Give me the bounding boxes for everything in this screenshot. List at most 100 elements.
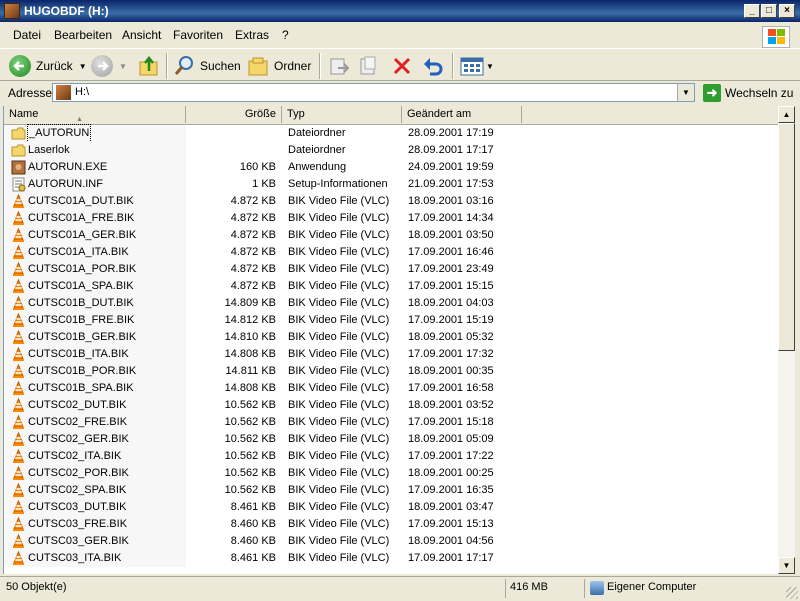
table-row[interactable]: CUTSC02_FRE.BIK 10.562 KB BIK Video File (… bbox=[4, 414, 779, 431]
table-row[interactable]: AUTORUN.INF 1 KB Setup-Informationen 21.09.… bbox=[4, 176, 779, 193]
menu-favoriten[interactable]: Favoriten bbox=[173, 28, 223, 42]
close-button[interactable]: × bbox=[779, 4, 795, 18]
table-row[interactable]: CUTSC03_GER.BIK 8.460 KB BIK Video File (V… bbox=[4, 533, 779, 550]
file-date: 28.09.2001 17:17 bbox=[408, 144, 494, 156]
file-type: BIK Video File (VLC) bbox=[288, 399, 390, 411]
column-name[interactable]: Name ▲ bbox=[4, 106, 186, 123]
status-object-count: 50 Objekt(e) bbox=[6, 581, 67, 593]
table-row[interactable]: CUTSC01A_FRE.BIK 4.872 KB BIK Video File (… bbox=[4, 210, 779, 227]
table-row[interactable]: CUTSC01A_DUT.BIK 4.872 KB BIK Video File (… bbox=[4, 193, 779, 210]
table-row[interactable]: Laserlok Dateiordner 28.09.2001 17:17 bbox=[4, 142, 779, 159]
file-date: 21.09.2001 17:53 bbox=[408, 178, 494, 190]
file-date: 17.09.2001 15:18 bbox=[408, 416, 494, 428]
table-row[interactable]: CUTSC02_ITA.BIK 10.562 KB BIK Video File (… bbox=[4, 448, 779, 465]
back-button[interactable]: Zurück ▼ bbox=[9, 55, 87, 77]
table-row[interactable]: CUTSC01B_DUT.BIK 14.809 KB BIK Video File … bbox=[4, 295, 779, 312]
table-row[interactable]: CUTSC03_DUT.BIK 8.461 KB BIK Video File (V… bbox=[4, 499, 779, 516]
file-date: 17.09.2001 17:17 bbox=[408, 552, 494, 564]
move-to-button[interactable] bbox=[328, 55, 350, 77]
address-input[interactable]: H:\ ▼ bbox=[52, 83, 695, 102]
copy-to-button[interactable] bbox=[358, 55, 380, 77]
back-dropdown-icon[interactable]: ▼ bbox=[79, 62, 87, 71]
file-date: 17.09.2001 15:13 bbox=[408, 518, 494, 530]
file-name: CUTSC02_POR.BIK bbox=[28, 467, 129, 479]
file-name: CUTSC01B_GER.BIK bbox=[28, 331, 137, 343]
toolbar: Zurück ▼ ▼ Suchen Ordner ▼ bbox=[0, 48, 800, 81]
file-date: 18.09.2001 05:32 bbox=[408, 331, 494, 343]
folders-button[interactable]: Ordner bbox=[247, 55, 311, 77]
views-dropdown-icon[interactable]: ▼ bbox=[486, 62, 494, 71]
file-size: 160 KB bbox=[239, 161, 276, 173]
table-row[interactable]: CUTSC01B_SPA.BIK 14.808 KB BIK Video File … bbox=[4, 380, 779, 397]
file-name: Laserlok bbox=[28, 144, 70, 156]
file-type: Anwendung bbox=[288, 161, 347, 173]
file-list[interactable]: Name ▲ Größe Typ Geändert am _AUTORUN Date… bbox=[3, 106, 779, 574]
file-type: BIK Video File (VLC) bbox=[288, 501, 390, 513]
file-name: CUTSC01B_DUT.BIK bbox=[28, 297, 134, 309]
file-size: 14.811 KB bbox=[225, 365, 276, 377]
table-row[interactable]: _AUTORUN Dateiordner 28.09.2001 17:19 bbox=[4, 124, 779, 143]
title-bar[interactable]: HUGOBDF (H:) _ □ × bbox=[0, 0, 800, 22]
up-folder-button[interactable] bbox=[138, 55, 160, 77]
views-button[interactable]: ▼ bbox=[460, 55, 494, 77]
vlc-cone-icon bbox=[11, 516, 26, 532]
table-row[interactable]: CUTSC02_POR.BIK 10.562 KB BIK Video File (… bbox=[4, 465, 779, 482]
menu-bearbeiten[interactable]: Bearbeiten bbox=[54, 28, 112, 42]
file-type: BIK Video File (VLC) bbox=[288, 280, 390, 292]
search-button[interactable]: Suchen bbox=[173, 55, 241, 77]
table-row[interactable]: CUTSC01B_ITA.BIK 14.808 KB BIK Video File … bbox=[4, 346, 779, 363]
delete-button[interactable] bbox=[391, 55, 413, 77]
menu-help[interactable]: ? bbox=[282, 28, 289, 42]
vlc-cone-icon bbox=[11, 329, 26, 345]
table-row[interactable]: CUTSC02_GER.BIK 10.562 KB BIK Video File (… bbox=[4, 431, 779, 448]
table-row[interactable]: CUTSC01A_SPA.BIK 4.872 KB BIK Video File (… bbox=[4, 278, 779, 295]
file-name: CUTSC02_ITA.BIK bbox=[28, 450, 122, 462]
file-size: 10.562 KB bbox=[224, 484, 276, 496]
undo-button[interactable] bbox=[421, 55, 445, 77]
file-name: AUTORUN.INF bbox=[28, 178, 103, 190]
scroll-down-button[interactable]: ▼ bbox=[778, 557, 795, 574]
vertical-scrollbar[interactable]: ▲ ▼ bbox=[778, 106, 795, 574]
table-row[interactable]: CUTSC01A_POR.BIK 4.872 KB BIK Video File (… bbox=[4, 261, 779, 278]
maximize-button[interactable]: □ bbox=[761, 4, 777, 18]
table-row[interactable]: CUTSC01B_POR.BIK 14.811 KB BIK Video File … bbox=[4, 363, 779, 380]
table-row[interactable]: CUTSC01B_FRE.BIK 14.812 KB BIK Video File … bbox=[4, 312, 779, 329]
menu-datei[interactable]: Datei bbox=[13, 28, 41, 42]
scroll-up-button[interactable]: ▲ bbox=[778, 106, 795, 123]
address-dropdown-icon[interactable]: ▼ bbox=[677, 84, 694, 101]
file-type: BIK Video File (VLC) bbox=[288, 212, 390, 224]
window-title: HUGOBDF (H:) bbox=[24, 4, 109, 18]
folder-icon bbox=[11, 143, 26, 158]
file-name: CUTSC01A_DUT.BIK bbox=[28, 195, 134, 207]
scroll-thumb[interactable] bbox=[778, 123, 795, 351]
table-row[interactable]: CUTSC01B_GER.BIK 14.810 KB BIK Video File … bbox=[4, 329, 779, 346]
drive-icon bbox=[56, 85, 71, 100]
file-size: 10.562 KB bbox=[224, 399, 276, 411]
table-row[interactable]: CUTSC02_DUT.BIK 10.562 KB BIK Video File (… bbox=[4, 397, 779, 414]
file-size: 10.562 KB bbox=[224, 433, 276, 445]
forward-button[interactable]: ▼ bbox=[91, 55, 127, 77]
menu-ansicht[interactable]: Ansicht bbox=[122, 28, 161, 42]
table-row[interactable]: CUTSC01A_GER.BIK 4.872 KB BIK Video File (… bbox=[4, 227, 779, 244]
column-type[interactable]: Typ bbox=[282, 106, 402, 123]
table-row[interactable]: CUTSC03_ITA.BIK 8.461 KB BIK Video File (V… bbox=[4, 550, 779, 567]
copy-to-icon bbox=[360, 56, 376, 75]
column-size[interactable]: Größe bbox=[186, 106, 282, 123]
table-row[interactable]: AUTORUN.EXE 160 KB Anwendung 24.09.2001 19:… bbox=[4, 159, 779, 176]
file-type: BIK Video File (VLC) bbox=[288, 348, 390, 360]
file-size: 1 KB bbox=[252, 178, 276, 190]
status-bar: 50 Objekt(e) 416 MB Eigener Computer bbox=[0, 576, 800, 601]
go-button[interactable]: ➜ Wechseln zu bbox=[703, 83, 793, 102]
table-row[interactable]: CUTSC02_SPA.BIK 10.562 KB BIK Video File (… bbox=[4, 482, 779, 499]
file-name: CUTSC03_ITA.BIK bbox=[28, 552, 122, 564]
file-date: 18.09.2001 03:52 bbox=[408, 399, 494, 411]
column-date[interactable]: Geändert am bbox=[402, 106, 522, 123]
resize-grip-icon[interactable] bbox=[786, 587, 798, 599]
vlc-cone-icon bbox=[11, 312, 26, 328]
table-row[interactable]: CUTSC03_FRE.BIK 8.460 KB BIK Video File (V… bbox=[4, 516, 779, 533]
forward-dropdown-icon[interactable]: ▼ bbox=[119, 62, 127, 71]
file-date: 17.09.2001 15:15 bbox=[408, 280, 494, 292]
minimize-button[interactable]: _ bbox=[744, 4, 760, 18]
menu-extras[interactable]: Extras bbox=[235, 28, 269, 42]
table-row[interactable]: CUTSC01A_ITA.BIK 4.872 KB BIK Video File (… bbox=[4, 244, 779, 261]
